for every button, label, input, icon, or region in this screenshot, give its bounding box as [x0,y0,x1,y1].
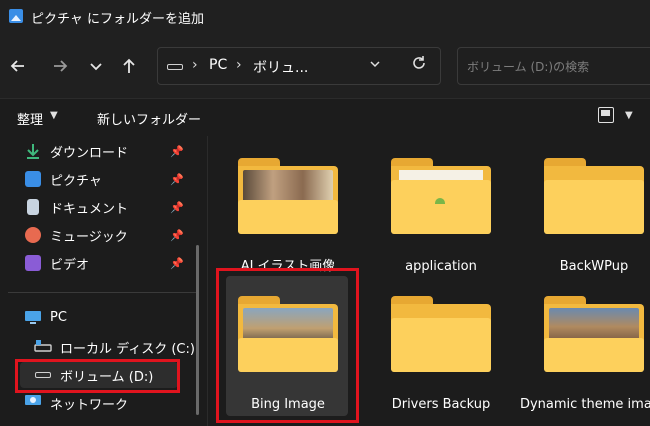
new-folder-button[interactable]: 新しいフォルダー [97,109,201,128]
folder-icon [391,296,491,372]
sidebar-item-label: ローカル ディスク (C:) [60,342,195,357]
folder-icon [238,158,338,234]
sidebar-divider [8,292,198,293]
breadcrumb-separator: › [236,57,242,73]
folder-tile[interactable]: Drivers Backup [371,288,511,414]
folder-tile[interactable]: BackWPup [524,150,650,276]
drive-icon [167,64,183,70]
pin-icon[interactable]: 📌 [170,201,184,214]
folder-name: Dynamic theme image [519,397,650,412]
video-icon [25,255,41,271]
sidebar-item-label: ネットワーク [50,398,129,413]
arrow-right-icon [54,60,68,72]
breadcrumb-volume[interactable]: ボリュ... [253,57,308,77]
refresh-icon [413,56,425,69]
address-dropdown-button[interactable] [368,57,382,75]
forward-button[interactable] [46,52,74,80]
search-placeholder: ボリューム (D:)の検索 [467,60,590,74]
folder-icon [544,158,644,234]
breadcrumb-pc[interactable]: PC [209,57,227,73]
highlight-box [216,268,359,423]
pin-icon[interactable]: 📌 [170,173,184,186]
pane-divider[interactable] [207,136,208,426]
sidebar-item-label: ビデオ [50,258,90,273]
sidebar-item-label: ドキュメント [50,202,129,217]
local-disk-icon [34,340,52,352]
caret-down-icon[interactable]: ▼ [625,110,633,121]
sidebar-scrollbar[interactable] [196,245,199,415]
sidebar-item-label: PC [50,310,67,325]
folder-tile[interactable]: Dynamic theme image [520,288,650,414]
view-pane-icon [601,110,610,116]
arrow-up-icon [123,58,135,73]
folder-tile[interactable]: AI イラスト画像 [218,150,358,276]
organize-button[interactable]: 整理 [17,109,43,128]
chevron-down-icon [370,61,380,68]
documents-icon [27,199,39,215]
folder-icon [391,158,491,234]
folder-tile[interactable]: application [371,150,511,276]
caret-down-icon: ▼ [50,110,58,121]
up-button[interactable] [115,52,143,80]
folder-name: application [405,259,477,274]
pictures-icon [25,171,41,187]
music-icon [25,227,41,243]
pictures-app-icon [9,9,23,23]
pin-icon[interactable]: 📌 [170,229,184,242]
view-options-button[interactable] [598,107,614,123]
back-button[interactable] [4,52,32,80]
pin-icon[interactable]: 📌 [170,257,184,270]
refresh-button[interactable] [409,53,429,78]
highlight-box [15,359,180,393]
chevron-down-icon [90,63,102,71]
arrow-left-icon [10,60,24,72]
sidebar-item-label: ピクチャ [50,174,102,189]
breadcrumb-separator: › [192,57,198,73]
pc-icon [25,311,41,324]
sidebar-item-label: ダウンロード [50,146,129,161]
folder-name: Drivers Backup [391,397,491,412]
network-icon [25,395,41,405]
pin-icon[interactable]: 📌 [170,145,184,158]
recent-locations-button[interactable] [82,52,110,80]
folder-icon [544,296,644,372]
window-title: ピクチャ にフォルダーを追加 [31,12,205,27]
folder-name: BackWPup [559,259,629,274]
sidebar-item-label: ミュージック [50,230,128,245]
download-icon [27,144,39,159]
